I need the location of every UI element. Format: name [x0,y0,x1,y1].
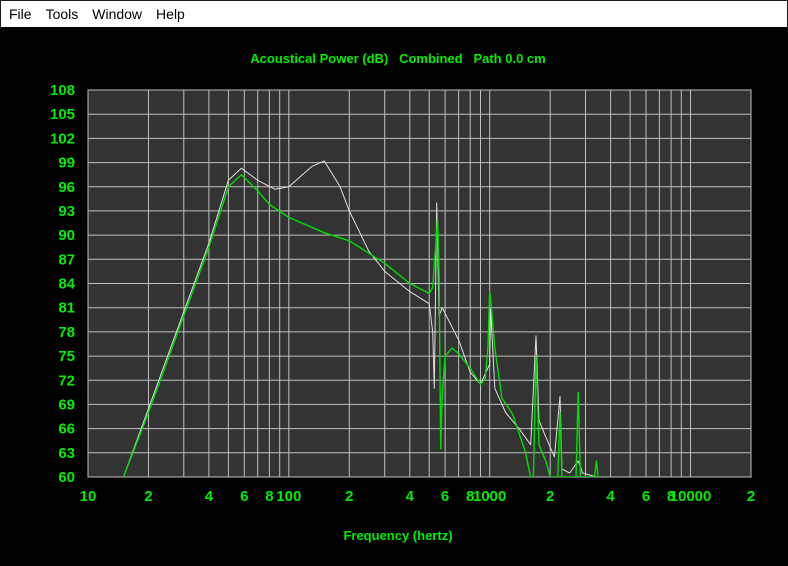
menu-tools[interactable]: Tools [39,1,86,27]
x-tick-label: 2 [546,488,554,505]
y-tick-label: 93 [58,203,75,220]
x-tick-label: 6 [441,488,449,505]
x-tick-label: 10 [80,488,97,505]
menu-window[interactable]: Window [85,1,149,27]
y-tick-label: 63 [58,445,75,462]
x-tick-label: 1000 [473,488,506,505]
x-tick-label: 4 [606,488,615,505]
x-tick-label: 4 [205,488,214,505]
x-axis-label: Frequency (hertz) [343,528,452,543]
y-tick-label: 84 [58,276,75,293]
y-tick-label: 87 [58,251,75,268]
x-tick-label: 8 [265,488,273,505]
x-tick-label: 2 [144,488,152,505]
chart-area: Acoustical Power (dB) Combined Path 0.0 … [0,27,788,566]
y-tick-label: 102 [50,130,75,147]
y-tick-label: 72 [58,372,75,389]
y-tick-label: 60 [58,469,75,486]
y-tick-label: 90 [58,227,75,244]
y-tick-label: 81 [58,300,75,317]
x-tick-label: 4 [406,488,415,505]
x-tick-label: 6 [642,488,650,505]
y-tick-label: 66 [58,421,75,438]
y-tick-label: 78 [58,324,75,341]
y-axis-ticks: 60 63 66 69 72 75 78 81 84 87 90 93 96 99 102 105 108 [50,82,76,486]
chart-title: Acoustical Power (dB) Combined Path 0.0 … [250,51,545,66]
y-tick-label: 69 [58,396,75,413]
menu-file[interactable]: File [1,1,39,27]
acoustical-power-chart: Acoustical Power (dB) Combined Path 0.0 … [50,51,756,543]
x-axis-ticks: 10 2 4 6 8 100 2 4 6 81000 2 4 6 810000 2 [80,488,756,505]
y-tick-label: 105 [50,106,75,123]
y-tick-label: 108 [50,82,75,99]
y-tick-label: 99 [58,155,75,172]
x-tick-label: 2 [345,488,353,505]
x-tick-label: 100 [276,488,301,505]
y-tick-label: 75 [58,348,75,365]
menu-bar: File Tools Window Help [0,0,788,27]
x-tick-label: 2 [747,488,755,505]
menu-help[interactable]: Help [149,1,192,27]
x-tick-label: 10000 [670,488,712,505]
x-tick-label: 6 [240,488,248,505]
y-tick-label: 96 [58,179,75,196]
